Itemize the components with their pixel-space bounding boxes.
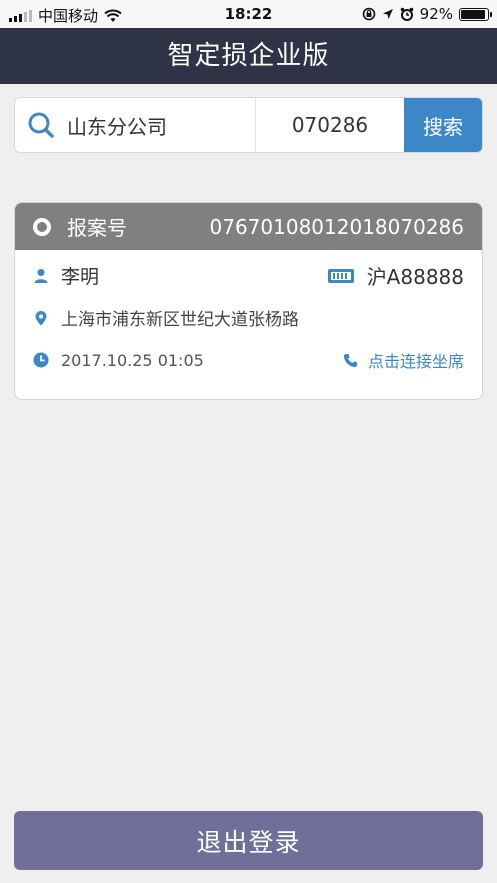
battery-icon (459, 7, 492, 21)
report-datetime: 2017.10.25 01:05 (61, 350, 204, 370)
person-row: 李明 沪A88888 (33, 261, 464, 290)
nav-bar: 智定损企业版 (0, 28, 497, 84)
report-number: 07670108012018070286 (209, 214, 465, 239)
search-button[interactable]: 搜索 (404, 98, 482, 152)
address-row: 上海市浦东新区世纪大道张杨路 (33, 305, 464, 330)
company-value: 山东分公司 (67, 114, 167, 139)
plate-group: 沪A88888 (327, 261, 464, 290)
company-field[interactable]: 山东分公司 (15, 98, 256, 152)
person-icon (34, 268, 48, 283)
location-arrow-icon (382, 9, 393, 19)
case-card[interactable]: 报案号 07670108012018070286 李明 沪A88888 上海市浦… (14, 202, 483, 400)
connect-agent-label: 点击连接坐席 (367, 352, 464, 371)
alarm-icon (400, 7, 413, 21)
license-plate-icon (327, 268, 354, 283)
code-input[interactable]: 070286 (256, 98, 404, 152)
radio-circle-icon (33, 217, 51, 236)
connect-agent-link[interactable]: 点击连接坐席 (343, 348, 464, 372)
lock-rotation-icon (362, 7, 375, 21)
clock-icon (33, 352, 49, 368)
search-bar: 山东分公司 070286 搜索 (14, 97, 483, 153)
logout-button[interactable]: 退出登录 (14, 811, 483, 870)
address-text: 上海市浦东新区世纪大道张杨路 (61, 310, 299, 330)
phone-icon (343, 353, 358, 367)
status-bar: 中国移动 18:22 92% (0, 0, 497, 28)
report-label: 报案号 (67, 216, 127, 240)
battery-percent: 92% (419, 5, 453, 23)
plate-number: 沪A88888 (366, 265, 464, 289)
time-row: 2017.10.25 01:05 点击连接坐席 (33, 348, 464, 372)
person-name: 李明 (61, 266, 100, 288)
map-pin-icon (35, 310, 47, 325)
case-card-header: 报案号 07670108012018070286 (15, 203, 482, 250)
search-icon (28, 112, 54, 138)
page-title: 智定损企业版 (167, 41, 330, 71)
